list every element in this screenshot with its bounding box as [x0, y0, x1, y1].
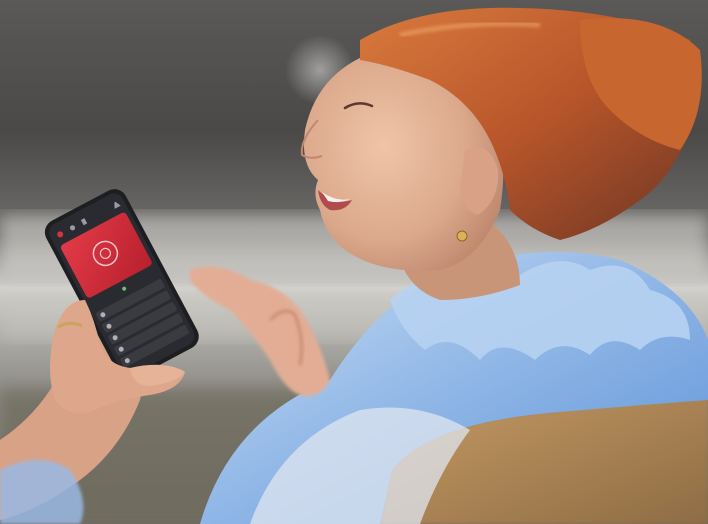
photo-scene: [0, 0, 708, 524]
photo-canvas: [0, 0, 708, 524]
earring-icon: [456, 230, 468, 242]
